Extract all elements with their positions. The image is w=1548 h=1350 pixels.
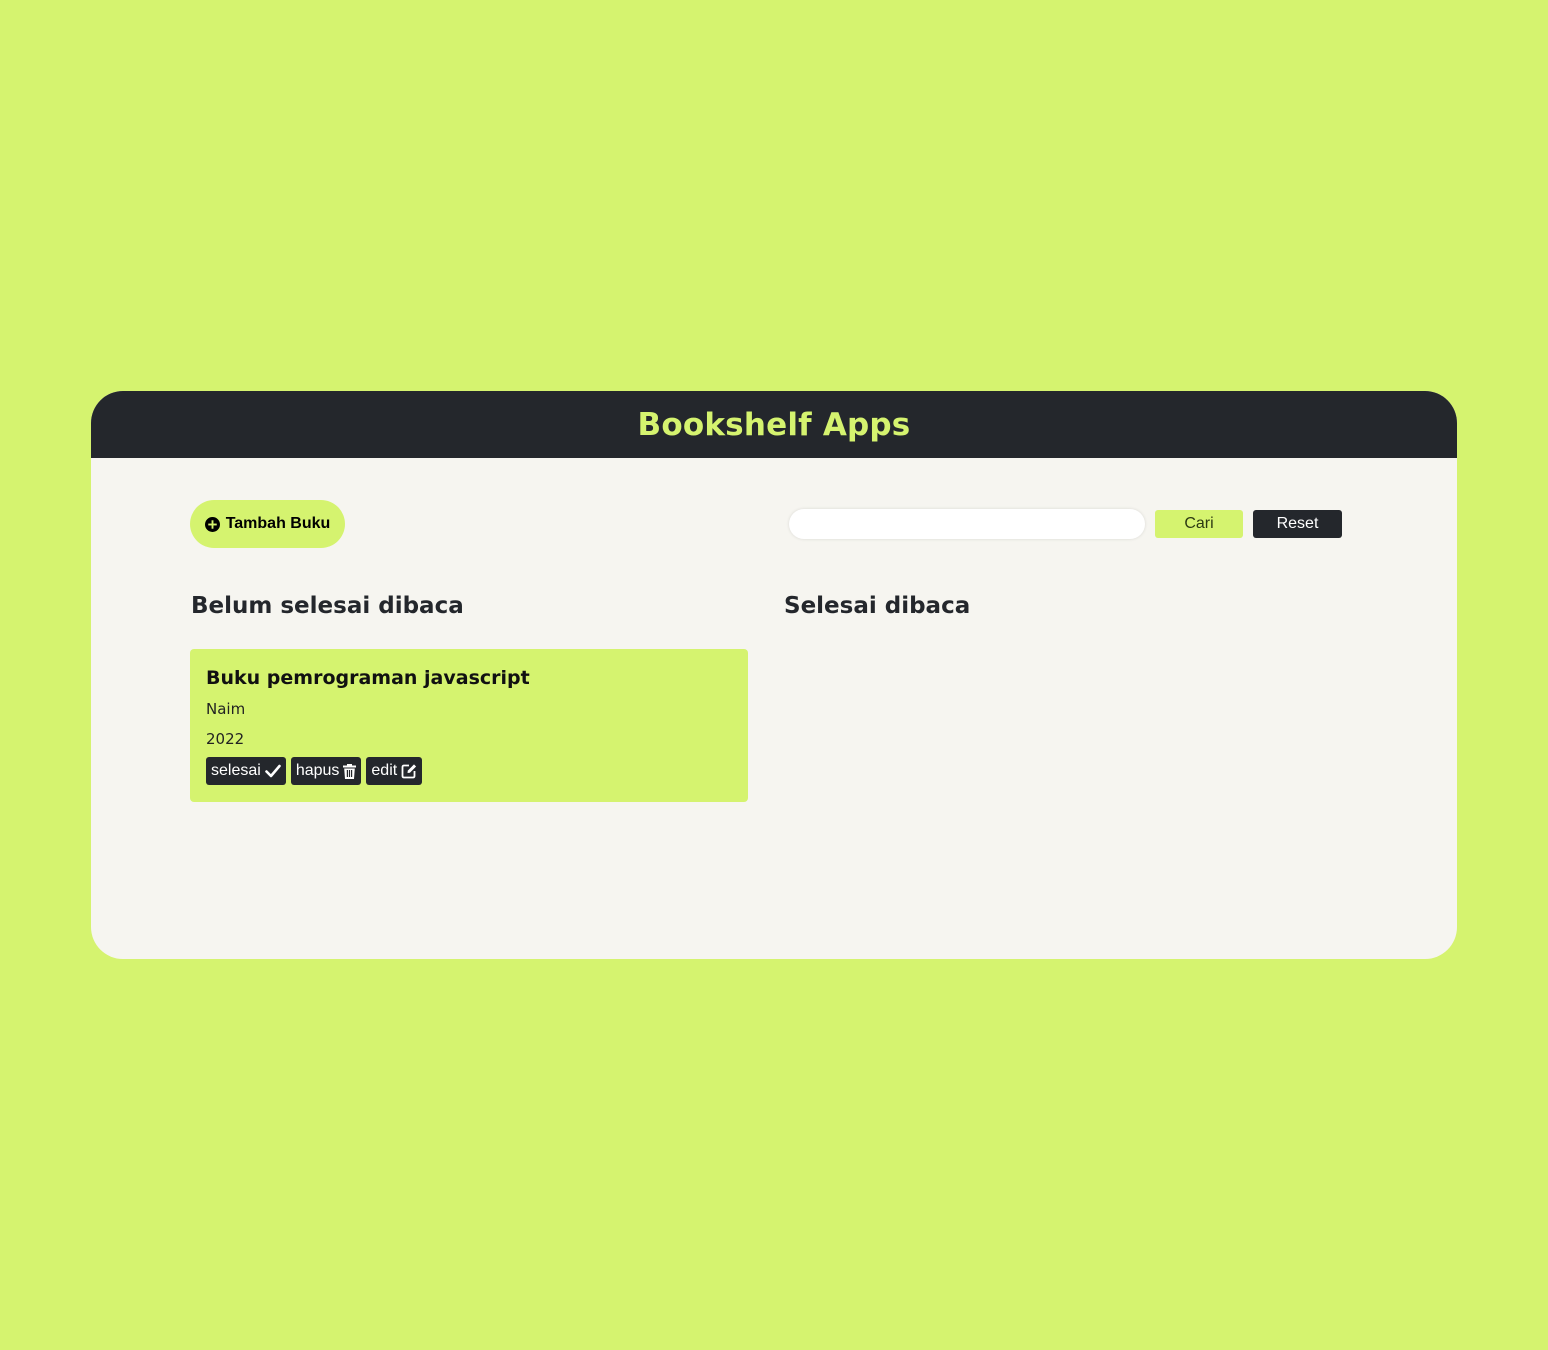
search-button[interactable]: Cari <box>1155 510 1243 538</box>
book-actions: selesai hapus edit <box>206 757 732 785</box>
add-book-button[interactable]: Tambah Buku <box>190 500 345 548</box>
book-title: Buku pemrograman javascript <box>206 667 530 689</box>
app-container: Bookshelf Apps Tambah Buku Cari Reset Be… <box>91 391 1457 959</box>
book-author: Naim <box>206 700 246 718</box>
edit-icon <box>401 763 417 779</box>
unread-shelf-heading: Belum selesai dibaca <box>191 593 464 619</box>
finish-button[interactable]: selesai <box>206 757 286 785</box>
read-shelf-heading: Selesai dibaca <box>784 593 971 619</box>
edit-button[interactable]: edit <box>366 757 423 785</box>
delete-label: hapus <box>295 762 340 779</box>
trash-icon <box>343 763 357 779</box>
reset-button[interactable]: Reset <box>1253 510 1342 538</box>
add-book-label: Tambah Buku <box>225 515 331 532</box>
app-title: Bookshelf Apps <box>637 406 911 443</box>
edit-label: edit <box>371 762 398 779</box>
search-input[interactable] <box>789 509 1145 539</box>
check-icon <box>265 764 281 778</box>
book-year: 2022 <box>206 730 245 748</box>
finish-label: selesai <box>211 762 261 779</box>
book-card: Buku pemrograman javascript Naim 2022 se… <box>190 649 748 802</box>
delete-button[interactable]: hapus <box>290 757 362 785</box>
app-header: Bookshelf Apps <box>91 391 1457 458</box>
plus-circle-icon <box>204 516 220 532</box>
